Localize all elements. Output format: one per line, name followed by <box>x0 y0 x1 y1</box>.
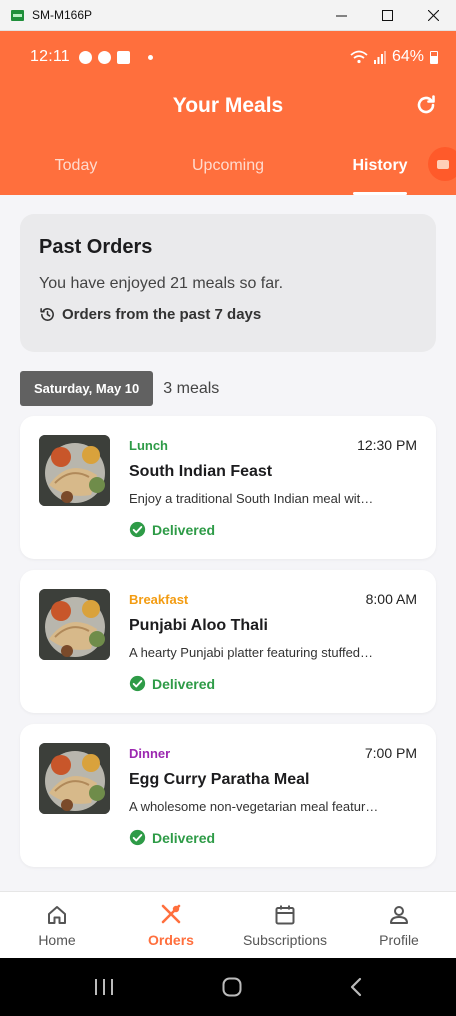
past-orders-title: Past Orders <box>39 236 153 258</box>
status-badge: Delivered <box>129 521 215 538</box>
meal-name: Punjabi Aloo Thali <box>129 617 268 634</box>
status-bar: 12:11 64% <box>0 31 456 83</box>
meal-description: A wholesome non-vegetarian meal featur… <box>129 799 379 814</box>
tab-upcoming[interactable]: Upcoming <box>152 139 304 195</box>
meal-card[interactable]: Dinner 7:00 PM Egg Curry Paratha Meal A … <box>20 724 436 867</box>
back-icon[interactable] <box>349 977 363 997</box>
meal-image <box>39 435 110 506</box>
meal-time: 8:00 AM <box>365 591 417 607</box>
battery-icon <box>430 50 438 64</box>
meal-name: South Indian Feast <box>129 463 273 480</box>
status-badge: Delivered <box>129 829 215 846</box>
window-controls <box>318 0 456 31</box>
nav-subscriptions[interactable]: Subscriptions <box>228 892 342 958</box>
meal-time: 12:30 PM <box>357 437 417 453</box>
home-button-icon[interactable] <box>222 977 242 997</box>
meal-card[interactable]: Lunch 12:30 PM South Indian Feast Enjoy … <box>20 416 436 559</box>
date-chip: Saturday, May 10 <box>20 371 154 406</box>
date-group-header: Saturday, May 10 3 meals <box>20 371 219 406</box>
close-button[interactable] <box>410 0 456 31</box>
wifi-icon <box>350 50 368 64</box>
past-orders-card: Past Orders You have enjoyed 21 meals so… <box>20 214 436 352</box>
status-time: 12:11 <box>30 48 70 65</box>
system-navigation-bar <box>0 958 456 1016</box>
person-icon <box>390 906 408 924</box>
meal-type: Breakfast <box>129 592 189 607</box>
floating-video-pill[interactable] <box>428 147 456 181</box>
tab-bar: Today Upcoming History <box>0 139 456 195</box>
check-circle-icon <box>129 829 146 846</box>
page-title: Your Meals <box>172 94 284 117</box>
meal-card[interactable]: Breakfast 8:00 AM Punjabi Aloo Thali A h… <box>20 570 436 713</box>
status-text: Delivered <box>152 675 216 692</box>
meal-type: Lunch <box>129 438 168 453</box>
nav-profile[interactable]: Profile <box>342 892 456 958</box>
meal-image <box>39 589 110 660</box>
refresh-icon[interactable] <box>414 93 438 117</box>
order-range-text: Orders from the past 7 days <box>62 306 262 323</box>
meal-name: Egg Curry Paratha Meal <box>129 771 310 788</box>
meal-description: Enjoy a traditional South Indian meal wi… <box>129 491 374 506</box>
nav-home[interactable]: Home <box>0 892 114 958</box>
meal-type: Dinner <box>129 746 171 761</box>
meal-count: 3 meals <box>163 379 220 397</box>
notification-icons <box>78 50 153 64</box>
nav-orders-label: Orders <box>148 932 194 948</box>
home-icon <box>48 906 66 924</box>
nav-home-label: Home <box>38 932 76 948</box>
nav-orders[interactable]: Orders <box>114 892 228 958</box>
video-icon <box>437 159 449 169</box>
gallery-icon <box>116 50 130 64</box>
status-badge: Delivered <box>129 675 215 692</box>
signal-icon <box>373 50 386 64</box>
status-text: Delivered <box>152 829 216 846</box>
maximize-button[interactable] <box>364 0 410 31</box>
meals-enjoyed-text: You have enjoyed 21 meals so far. <box>39 275 284 292</box>
nav-subscriptions-label: Subscriptions <box>242 932 328 948</box>
meal-time: 7:00 PM <box>364 745 417 761</box>
bottom-navigation: Home Orders Subscriptions Profile <box>0 891 456 958</box>
fork-knife-icon <box>161 904 181 924</box>
history-content[interactable]: Past Orders You have enjoyed 21 meals so… <box>0 195 456 891</box>
calendar-icon <box>275 905 295 925</box>
check-circle-icon <box>129 675 146 692</box>
status-right: 64% <box>350 48 438 66</box>
status-text: Delivered <box>152 521 216 538</box>
check-circle-icon <box>129 521 146 538</box>
window-title-bar: SM-M166P <box>0 0 456 31</box>
order-range: Orders from the past 7 days <box>39 306 417 323</box>
more-notifications-icon <box>147 54 153 60</box>
app-icon <box>11 9 24 21</box>
meal-image <box>39 743 110 814</box>
window-title: SM-M166P <box>32 8 93 22</box>
facebook-icon <box>78 50 92 64</box>
history-icon <box>40 308 54 321</box>
tab-today[interactable]: Today <box>0 139 152 195</box>
battery-percentage: 64% <box>391 48 424 65</box>
facebook-icon <box>97 50 111 64</box>
meal-description: A hearty Punjabi platter featuring stuff… <box>129 645 374 660</box>
app-header: 12:11 64% Your Meals Today Upcoming Hist… <box>0 31 456 195</box>
nav-profile-label: Profile <box>379 932 419 948</box>
recents-icon[interactable] <box>93 977 115 997</box>
title-row: Your Meals <box>0 83 456 129</box>
minimize-button[interactable] <box>318 0 364 31</box>
